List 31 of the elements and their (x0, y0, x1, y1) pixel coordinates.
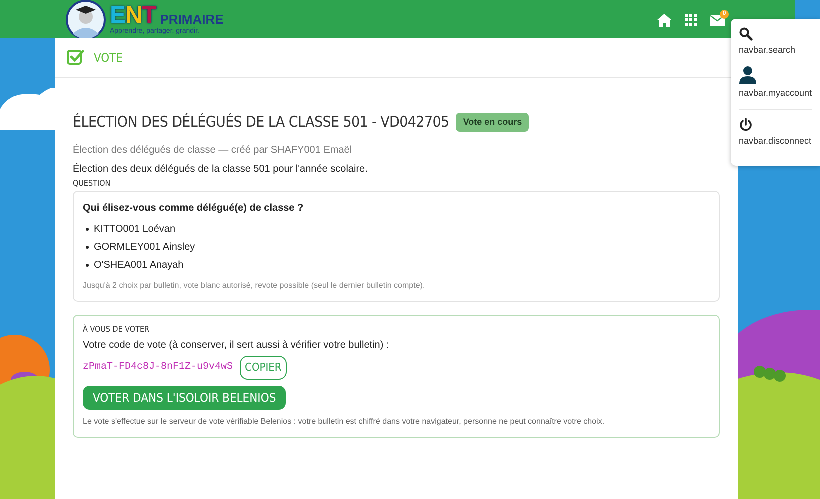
rules-note: Jusqu'à 2 choix par bulletin, vote blanc autorisé, revote possible (seul le dernier bulletin compte). (83, 280, 426, 292)
power-icon (739, 118, 753, 132)
bullet-icon (86, 228, 89, 230)
menu-item[interactable]: navbar.myaccount (739, 66, 812, 100)
user-icon (739, 66, 757, 84)
avatar-icon (66, 0, 106, 40)
vote-code: zPmaT-FD4c8J-8nF1Z-u9v4wS (83, 361, 234, 376)
bullet-icon (86, 264, 89, 266)
bullet-icon (86, 246, 89, 248)
home-icon[interactable] (657, 14, 672, 26)
menu-item[interactable]: navbar.disconnect (739, 118, 812, 148)
status-badge: Vote en cours (456, 112, 530, 132)
candidate-name: GORMLEY001 Ainsley (94, 240, 196, 254)
mail-icon[interactable] (710, 14, 725, 26)
logo-mark: ENT (110, 4, 156, 28)
logo-name: PRIMAIRE (160, 12, 224, 26)
page-title: VOTE (94, 50, 124, 66)
vote-footnote: Le vote s'effectue sur le serveur de vote vérifiable Belenios : votre bulletin est chiffré dans votre navigateur, personne ne peut connaître votre choix. (83, 416, 606, 428)
section-label: QUESTION (73, 178, 112, 190)
election-description: Élection des deux délégués de la classe 501 pour l'année scolaire. (73, 162, 369, 176)
election-meta: Élection des délégués de classe — créé par SHAFY001 Emaël (73, 143, 354, 158)
question-text: Qui élisez-vous comme délégué(e) de classe ? (83, 202, 305, 216)
candidate-name: O'SHEA001 Anayah (94, 258, 184, 272)
apps-grid-icon[interactable] (685, 14, 697, 26)
menu-item[interactable]: navbar.search (739, 27, 812, 58)
checkbox-checked-icon (67, 49, 84, 66)
section-label: À VOUS DE VOTER (83, 324, 151, 336)
candidate-name: KITTO001 Loévan (94, 222, 176, 236)
election-title: ÉLECTION DES DÉLÉGUÉS DE LA CLASSE 501 - VD042705 (73, 112, 450, 133)
search-icon (739, 27, 753, 41)
code-label: Votre code de vote (à conserver, il sert aussi à vérifier votre bulletin) : (83, 338, 390, 352)
